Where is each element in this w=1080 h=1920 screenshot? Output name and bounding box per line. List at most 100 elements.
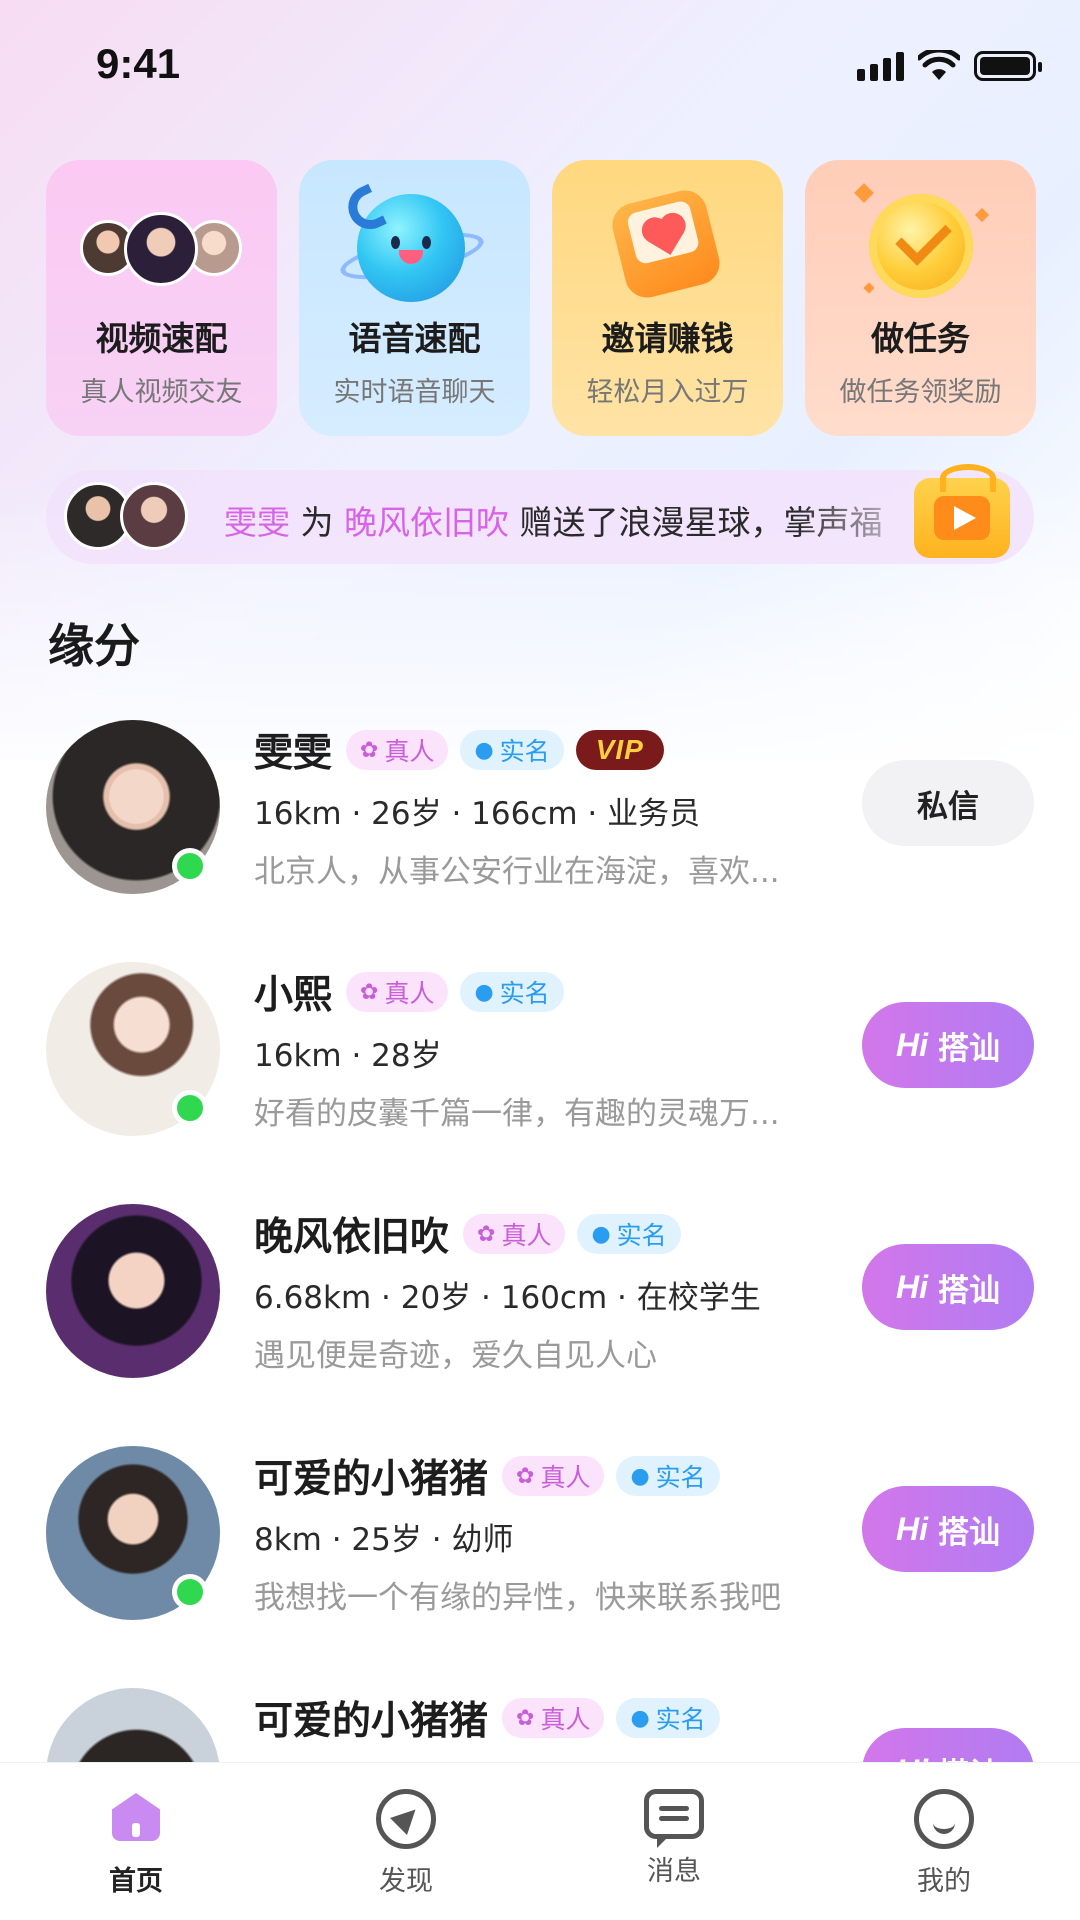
user-meta: 16km · 26岁 · 166cm · 业务员: [254, 796, 701, 832]
name-line: 晚风依旧吹 ✿ 真人 ● 实名: [254, 1210, 681, 1260]
tab-home[interactable]: 首页: [76, 1789, 196, 1898]
ticker-sender: 雯雯: [224, 503, 290, 538]
card-subtitle: 轻松月入过万: [586, 377, 749, 408]
user-bio: 我想找一个有缘的异性，快来联系我吧: [254, 1580, 781, 1616]
person-icon: ●: [474, 979, 494, 1005]
wifi-icon: [918, 50, 960, 80]
user-meta: 16km · 28岁: [254, 1038, 442, 1074]
greet-label: 搭讪: [938, 1514, 1000, 1551]
ticker-text: 赠送了浪漫星球，掌声福: [508, 503, 883, 538]
name-line: 小熙 ✿ 真人 ● 实名: [254, 968, 564, 1018]
greet-label: 搭讪: [938, 1749, 1000, 1763]
user-bio: 好看的皮囊千篇一律，有趣的灵魂万...: [254, 1096, 780, 1132]
card-title: 做任务: [871, 319, 970, 358]
online-indicator: [172, 1574, 208, 1610]
home-icon: [106, 1789, 166, 1849]
envelope-heart-icon: [552, 160, 783, 310]
tab-messages[interactable]: 消息: [614, 1789, 734, 1888]
person-icon: ●: [630, 1705, 650, 1731]
hi-mark: Hi: [896, 1026, 928, 1063]
list-item[interactable]: 小熙 ✿ 真人 ● 实名 16km · 28岁 好看的皮囊千篇一律，有趣的灵魂万..…: [0, 958, 1080, 1200]
user-bio: 遇见便是奇迹，爱久自见人心: [254, 1338, 657, 1374]
ticker-message: 雯雯 为 晚风依旧吹 赠送了浪漫星球，掌声福: [224, 496, 924, 538]
avatar-group: [80, 212, 244, 286]
tab-label: 发现: [379, 1866, 433, 1897]
message-icon: [644, 1789, 704, 1848]
user-name: 小熙: [254, 973, 333, 1018]
tab-label: 消息: [647, 1856, 701, 1887]
tab-label: 我的: [917, 1866, 971, 1897]
avatar: [124, 212, 198, 286]
tab-mine[interactable]: 我的: [884, 1789, 1004, 1898]
real-person-badge: ✿ 真人: [463, 1214, 566, 1254]
greet-label: 搭讪: [938, 1030, 1000, 1067]
status-bar: 9:41: [0, 0, 1080, 130]
ticker-receiver: 晚风依旧吹: [343, 503, 509, 538]
tab-bar: 首页 发现 消息 我的: [0, 1762, 1080, 1920]
greet-button[interactable]: Hi 搭讪: [862, 1244, 1034, 1330]
real-name-badge: ● 实名: [577, 1214, 681, 1254]
real-name-badge: ● 实名: [460, 730, 564, 770]
user-name: 雯雯: [254, 731, 333, 776]
verified-shield-icon: ✿: [516, 1463, 535, 1489]
name-line: 雯雯 ✿ 真人 ● 实名 VIP: [254, 726, 664, 776]
name-line: 可爱的小猪猪 ✿ 真人 ● 实名: [254, 1694, 720, 1744]
invite-earn-card[interactable]: 邀请赚钱 轻松月入过万: [552, 160, 783, 436]
ticker-connector: 为: [290, 503, 344, 538]
status-time: 9:41: [96, 40, 181, 87]
tab-label: 首页: [109, 1866, 163, 1897]
signal-icon: [857, 51, 904, 81]
card-title: 语音速配: [348, 319, 481, 358]
card-title: 视频速配: [95, 319, 228, 358]
real-person-badge: ✿ 真人: [502, 1456, 605, 1496]
online-indicator: [172, 1090, 208, 1126]
tab-discover[interactable]: 发现: [346, 1789, 466, 1898]
card-title: 邀请赚钱: [601, 319, 734, 358]
avatar[interactable]: [46, 1688, 220, 1762]
video-match-card[interactable]: 视频速配 真人视频交友: [46, 160, 277, 436]
person-icon: ●: [630, 1463, 650, 1489]
online-indicator: [172, 848, 208, 884]
list-item[interactable]: 可爱的小猪猪 ✿真人 ●实名 Hi 搭讪: [0, 1684, 1080, 1762]
greet-label: 搭讪: [938, 1272, 1000, 1309]
gift-ticker[interactable]: 雯雯 为 晚风依旧吹 赠送了浪漫星球，掌声福: [46, 464, 1034, 564]
list-item[interactable]: 晚风依旧吹 ✿ 真人 ● 实名 6.68km · 20岁 · 160cm · 在校学…: [0, 1200, 1080, 1442]
tasks-card[interactable]: 做任务 做任务领奖励: [805, 160, 1036, 436]
voice-match-card[interactable]: 语音速配 实时语音聊天: [299, 160, 530, 436]
user-name: 晚风依旧吹: [254, 1215, 450, 1260]
verified-shield-icon: ✿: [477, 1221, 496, 1247]
message-button[interactable]: 私信: [862, 760, 1034, 846]
card-subtitle: 实时语音聊天: [333, 377, 496, 408]
battery-icon: [974, 51, 1042, 81]
user-meta: 8km · 25岁 · 幼师: [254, 1522, 514, 1558]
card-subtitle: 真人视频交友: [80, 377, 243, 408]
greet-button[interactable]: Hi 搭讪: [862, 1002, 1034, 1088]
real-name-badge: ● 实名: [460, 972, 564, 1012]
card-subtitle: 做任务领奖励: [839, 377, 1002, 408]
greet-button[interactable]: Hi 搭讪: [862, 1728, 1034, 1762]
real-name-badge: ● 实名: [616, 1698, 720, 1738]
section-title: 缘分: [48, 619, 140, 673]
avatar[interactable]: [46, 1204, 220, 1378]
user-meta: 6.68km · 20岁 · 160cm · 在校学生: [254, 1280, 761, 1316]
list-item[interactable]: 雯雯 ✿ 真人 ● 实名 VIP 16km · 26岁 · 166cm · 业务员 …: [0, 716, 1080, 958]
quick-actions: 视频速配 真人视频交友 语音速配 实时语音聊天 邀请赚钱 轻松月入过万 做任务 …: [46, 160, 1036, 436]
user-bio: 北京人，从事公安行业在海淀，喜欢...: [254, 854, 780, 890]
status-icons: [857, 50, 1042, 82]
vip-badge: VIP: [575, 730, 664, 770]
user-list: 雯雯 ✿ 真人 ● 实名 VIP 16km · 26岁 · 166cm · 业务员 …: [0, 716, 1080, 1762]
real-name-badge: ● 实名: [616, 1456, 720, 1496]
hi-mark: Hi: [896, 1510, 928, 1547]
coin-check-icon: [805, 160, 1036, 310]
greet-button[interactable]: Hi 搭讪: [862, 1486, 1034, 1572]
hi-mark: Hi: [896, 1753, 928, 1763]
real-person-badge: ✿ 真人: [346, 972, 449, 1012]
list-item[interactable]: 可爱的小猪猪 ✿ 真人 ● 实名 8km · 25岁 · 幼师 我想找一个有缘的异性…: [0, 1442, 1080, 1684]
verified-shield-icon: ✿: [360, 737, 379, 763]
video-match-art: [46, 160, 277, 310]
gift-play-icon[interactable]: [914, 464, 1010, 558]
verified-shield-icon: ✿: [516, 1705, 535, 1731]
verified-shield-icon: ✿: [360, 979, 379, 1005]
voice-planet-icon: [299, 160, 530, 310]
person-icon: ●: [474, 737, 494, 763]
